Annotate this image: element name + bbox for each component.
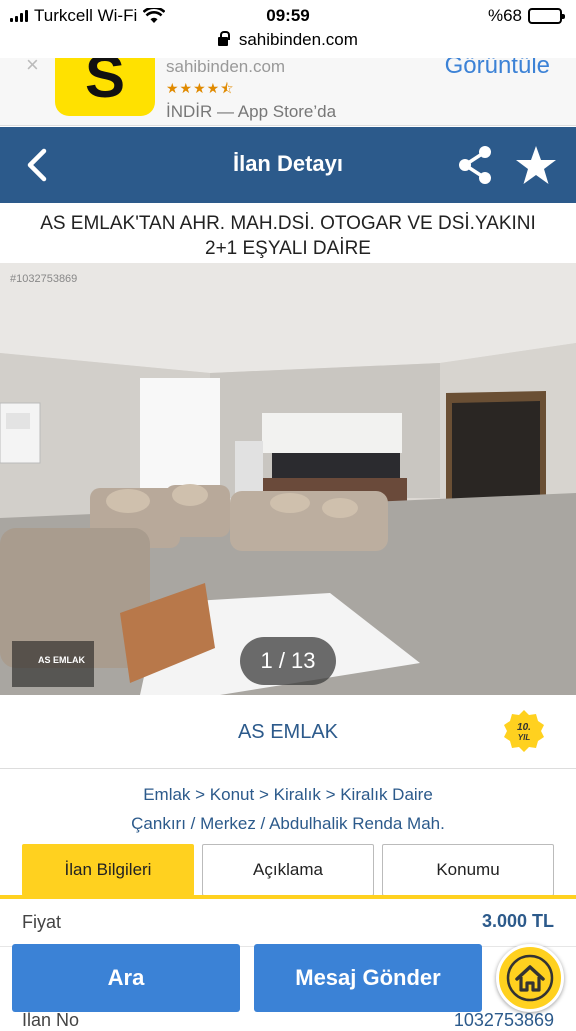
photo-counter: 1 / 13 <box>240 637 336 685</box>
detail-value: 3.000 TL <box>481 911 554 931</box>
badge-text: 10. <box>517 722 531 733</box>
battery-percent: %68 <box>487 6 522 25</box>
send-message-button[interactable]: Mesaj Gönder <box>254 944 482 1012</box>
app-name: sahibinden.com <box>166 58 286 76</box>
tab-ilan-bilgileri[interactable]: İlan Bilgileri <box>22 844 194 896</box>
lock-icon <box>218 31 231 46</box>
detail-key: İlan No <box>22 1010 80 1030</box>
detail-row-price: Fiyat 3.000 TL <box>0 899 576 947</box>
listing-title: AS EMLAK'TAN AHR. MAH.DSİ. OTOGAR VE DSİ… <box>0 203 576 263</box>
detail-key: Fiyat <box>22 912 62 932</box>
detail-value: 1032753869 <box>453 1010 554 1030</box>
app-banner[interactable]: × S sahibinden.com ★★★★⯪ İNDİR — App Sto… <box>0 58 576 126</box>
photo-gallery[interactable]: #1032753869 AS EMLAK 1 / 13 <box>0 263 576 695</box>
call-button[interactable]: Ara <box>12 944 240 1012</box>
view-button[interactable]: Görüntüle <box>445 58 550 80</box>
photo-id-tag: #1032753869 <box>10 273 78 285</box>
home-button[interactable] <box>496 944 564 1012</box>
listing-title-line1: AS EMLAK'TAN AHR. MAH.DSİ. OTOGAR VE DSİ… <box>40 213 536 234</box>
seller-row[interactable]: AS EMLAK 10. YIL <box>0 695 576 769</box>
ten-year-badge-icon: 10. YIL <box>504 710 544 752</box>
url-text: sahibinden.com <box>238 30 358 49</box>
detail-tabs: İlan Bilgileri Açıklama Konumu <box>22 844 554 896</box>
agency-watermark: AS EMLAK <box>12 641 94 687</box>
url-bar[interactable]: sahibinden.com <box>0 30 576 58</box>
seller-name[interactable]: AS EMLAK <box>0 721 576 744</box>
badge-text-yil: YIL <box>518 733 531 742</box>
tab-aciklama[interactable]: Açıklama <box>202 844 374 896</box>
breadcrumb-category[interactable]: Emlak > Konut > Kiralık > Kiralık Daire <box>0 780 576 809</box>
action-bar: Ara Mesaj Gönder <box>12 944 564 1012</box>
battery-icon <box>528 8 565 24</box>
listing-title-line2: 2+1 EŞYALI DAİRE <box>205 238 371 259</box>
install-label: İNDİR — App Store’da <box>166 102 337 121</box>
home-icon <box>506 954 554 1002</box>
tab-konumu[interactable]: Konumu <box>382 844 554 896</box>
breadcrumb: Emlak > Konut > Kiralık > Kiralık Daire … <box>0 780 576 838</box>
nav-header: İlan Detayı <box>0 127 576 203</box>
rating-stars-icon: ★★★★⯪ <box>166 80 235 96</box>
battery-group: %68 <box>487 6 565 26</box>
status-bar: Turkcell Wi-Fi 09:59 %68 <box>0 0 576 32</box>
room-photo <box>0 263 576 695</box>
favorite-star-icon[interactable] <box>515 145 557 185</box>
close-icon[interactable]: × <box>26 58 39 78</box>
app-icon: S <box>55 58 155 116</box>
share-icon[interactable] <box>456 145 494 185</box>
breadcrumb-location[interactable]: Çankırı / Merkez / Abdulhalik Renda Mah. <box>0 809 576 838</box>
